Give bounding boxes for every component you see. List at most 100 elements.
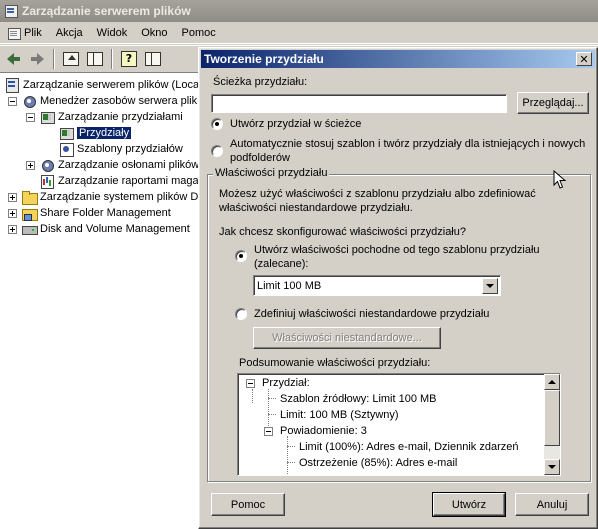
gear-icon: [21, 93, 37, 109]
radio-derive-label-line2[interactable]: (zalecane):: [254, 258, 308, 270]
cancel-button[interactable]: Anuluj: [515, 493, 589, 516]
summary-item: Powiadomienie: 3: [280, 425, 367, 437]
tree-item-dfs-management[interactable]: Zarządzanie systemem plików DF: [8, 189, 198, 205]
scroll-down-button[interactable]: [544, 459, 560, 475]
toolbar-separator: [53, 48, 55, 69]
browse-button[interactable]: Przeglądaj...: [517, 92, 589, 114]
tree-item-resource-manager[interactable]: Menedżer zasobów serwera plik: [8, 93, 197, 109]
tree-item-disk-volume-management[interactable]: Disk and Volume Management: [8, 221, 190, 237]
scroll-up-button[interactable]: [544, 374, 560, 390]
disk-icon: [21, 221, 38, 237]
tree-line: [268, 398, 276, 399]
dialog-title: Tworzenie przydziału: [204, 52, 324, 66]
menu-bar: Plik Akcja Widok Okno Pomoc: [0, 22, 598, 44]
tree-line: [287, 462, 295, 463]
summary-tree[interactable]: Przydział: Szablon źródłowy: Limit 100 M…: [237, 373, 561, 476]
custom-properties-button[interactable]: Właściwości niestandardowe...: [253, 327, 441, 349]
radio-derive-from-template[interactable]: [235, 250, 247, 262]
radio-auto-apply-label-line1[interactable]: Automatycznie stosuj szablon i twórz prz…: [230, 138, 585, 150]
up-folder-button[interactable]: [60, 48, 82, 70]
report-icon: [39, 173, 55, 189]
tree-item-file-screening[interactable]: Zarządzanie osłonami plików: [26, 157, 198, 173]
main-window-titlebar: Zarządzanie serwerem plików: [0, 0, 598, 22]
quota-path-input[interactable]: [211, 94, 507, 113]
tree-line: [268, 389, 269, 432]
toolbar-separator: [111, 48, 113, 69]
expand-toggle[interactable]: [26, 160, 35, 170]
quota-path-label: Ścieżka przydziału:: [213, 76, 308, 88]
collapse-toggle[interactable]: [246, 379, 255, 388]
collapse-toggle[interactable]: [8, 96, 17, 106]
properties-description-line1: Możesz użyć właściwości z szablonu przyd…: [219, 188, 536, 200]
main-window-title: Zarządzanie serwerem plików: [22, 4, 191, 18]
folder-icon: [21, 189, 38, 205]
help-button[interactable]: Pomoc: [211, 493, 285, 516]
tree-item-root[interactable]: Zarządzanie serwerem plików (Local: [4, 77, 198, 93]
chevron-down-icon: [548, 465, 556, 469]
tree-line: [268, 414, 276, 415]
gear-icon: [39, 157, 55, 173]
menu-pomoc[interactable]: Pomoc: [175, 23, 223, 43]
close-icon: ✕: [579, 52, 589, 66]
dialog-titlebar: Tworzenie przydziału ✕: [201, 50, 595, 68]
menu-okno[interactable]: Okno: [134, 23, 174, 43]
menu-plik[interactable]: Plik: [0, 23, 49, 43]
tree-item-quotas[interactable]: Przydziały: [58, 125, 132, 141]
tree-item-storage-reports[interactable]: Zarządzanie raportami maga: [39, 173, 198, 189]
template-select-value: Limit 100 MB: [257, 279, 322, 292]
server-icon: [4, 77, 20, 93]
tree-line: [252, 389, 253, 403]
tree-item-quota-management[interactable]: Zarządzanie przydziałami: [26, 109, 183, 125]
forward-arrow-icon[interactable]: [26, 48, 48, 70]
tree-item-quota-templates[interactable]: Szablony przydziałów: [58, 141, 183, 157]
chevron-down-icon: [486, 284, 494, 288]
properties-icon: [145, 51, 161, 66]
summary-item: Szablon źródłowy: Limit 100 MB: [280, 393, 437, 405]
summary-item: Limit (100%): Adres e-mail, Dziennik zda…: [299, 441, 519, 453]
mouse-cursor-icon: [553, 170, 567, 189]
tree-item-share-folder-management[interactable]: Share Folder Management: [8, 205, 171, 221]
expand-toggle[interactable]: [8, 192, 17, 202]
file-server-icon: [4, 4, 18, 18]
chevron-up-icon: [548, 380, 556, 384]
help-button[interactable]: ?: [118, 48, 140, 70]
radio-auto-apply-label-line2[interactable]: podfolderów: [230, 152, 290, 164]
create-button[interactable]: Utwórz: [432, 492, 506, 517]
template-select[interactable]: Limit 100 MB: [253, 275, 501, 296]
dropdown-button[interactable]: [482, 278, 498, 294]
properties-button[interactable]: [142, 48, 164, 70]
radio-create-on-path-label[interactable]: Utwórz przydział w ścieżce: [230, 118, 361, 130]
console-tree: Zarządzanie serwerem plików (Local Mened…: [0, 72, 198, 529]
tree-line: [287, 436, 288, 475]
quota-properties-group-title: Właściwości przydziału: [213, 167, 330, 179]
collapse-toggle[interactable]: [264, 427, 273, 436]
summary-item: Przydział:: [262, 377, 310, 389]
up-folder-icon: [63, 51, 79, 66]
radio-custom-properties[interactable]: [235, 308, 247, 320]
quota-management-icon: [39, 109, 55, 125]
collapse-toggle[interactable]: [26, 112, 35, 122]
menu-widok[interactable]: Widok: [90, 23, 135, 43]
radio-auto-apply-template[interactable]: [211, 145, 223, 157]
show-hide-pane-button[interactable]: [84, 48, 106, 70]
scroll-thumb[interactable]: [544, 390, 560, 446]
summary-label: Podsumowanie właściwości przydziału:: [239, 357, 431, 369]
share-icon: [21, 205, 38, 221]
properties-description-line2: właściwości niestandardowe przydziału.: [219, 202, 413, 214]
radio-custom-label[interactable]: Zdefiniuj właściwości niestandardowe prz…: [254, 308, 489, 320]
back-arrow-icon[interactable]: [2, 48, 24, 70]
menu-akcja[interactable]: Akcja: [49, 23, 90, 43]
radio-derive-label-line1[interactable]: Utwórz właściwości pochodne od tego szab…: [254, 244, 540, 256]
summary-item: Limit: 100 MB (Sztywny): [280, 409, 399, 421]
template-icon: [58, 141, 74, 157]
summary-scrollbar[interactable]: [544, 374, 560, 475]
close-button[interactable]: ✕: [576, 52, 592, 66]
help-icon: ?: [121, 50, 137, 67]
expand-toggle[interactable]: [8, 224, 17, 234]
radio-create-on-path[interactable]: [211, 118, 223, 130]
quota-icon: [58, 125, 74, 141]
configure-question: Jak chcesz skonfigurować właściwości prz…: [219, 226, 466, 238]
create-quota-dialog: Tworzenie przydziału ✕ Ścieżka przydział…: [198, 47, 598, 529]
expand-toggle[interactable]: [8, 208, 17, 218]
summary-item: Ostrzeżenie (85%): Adres e-mail: [299, 457, 458, 469]
